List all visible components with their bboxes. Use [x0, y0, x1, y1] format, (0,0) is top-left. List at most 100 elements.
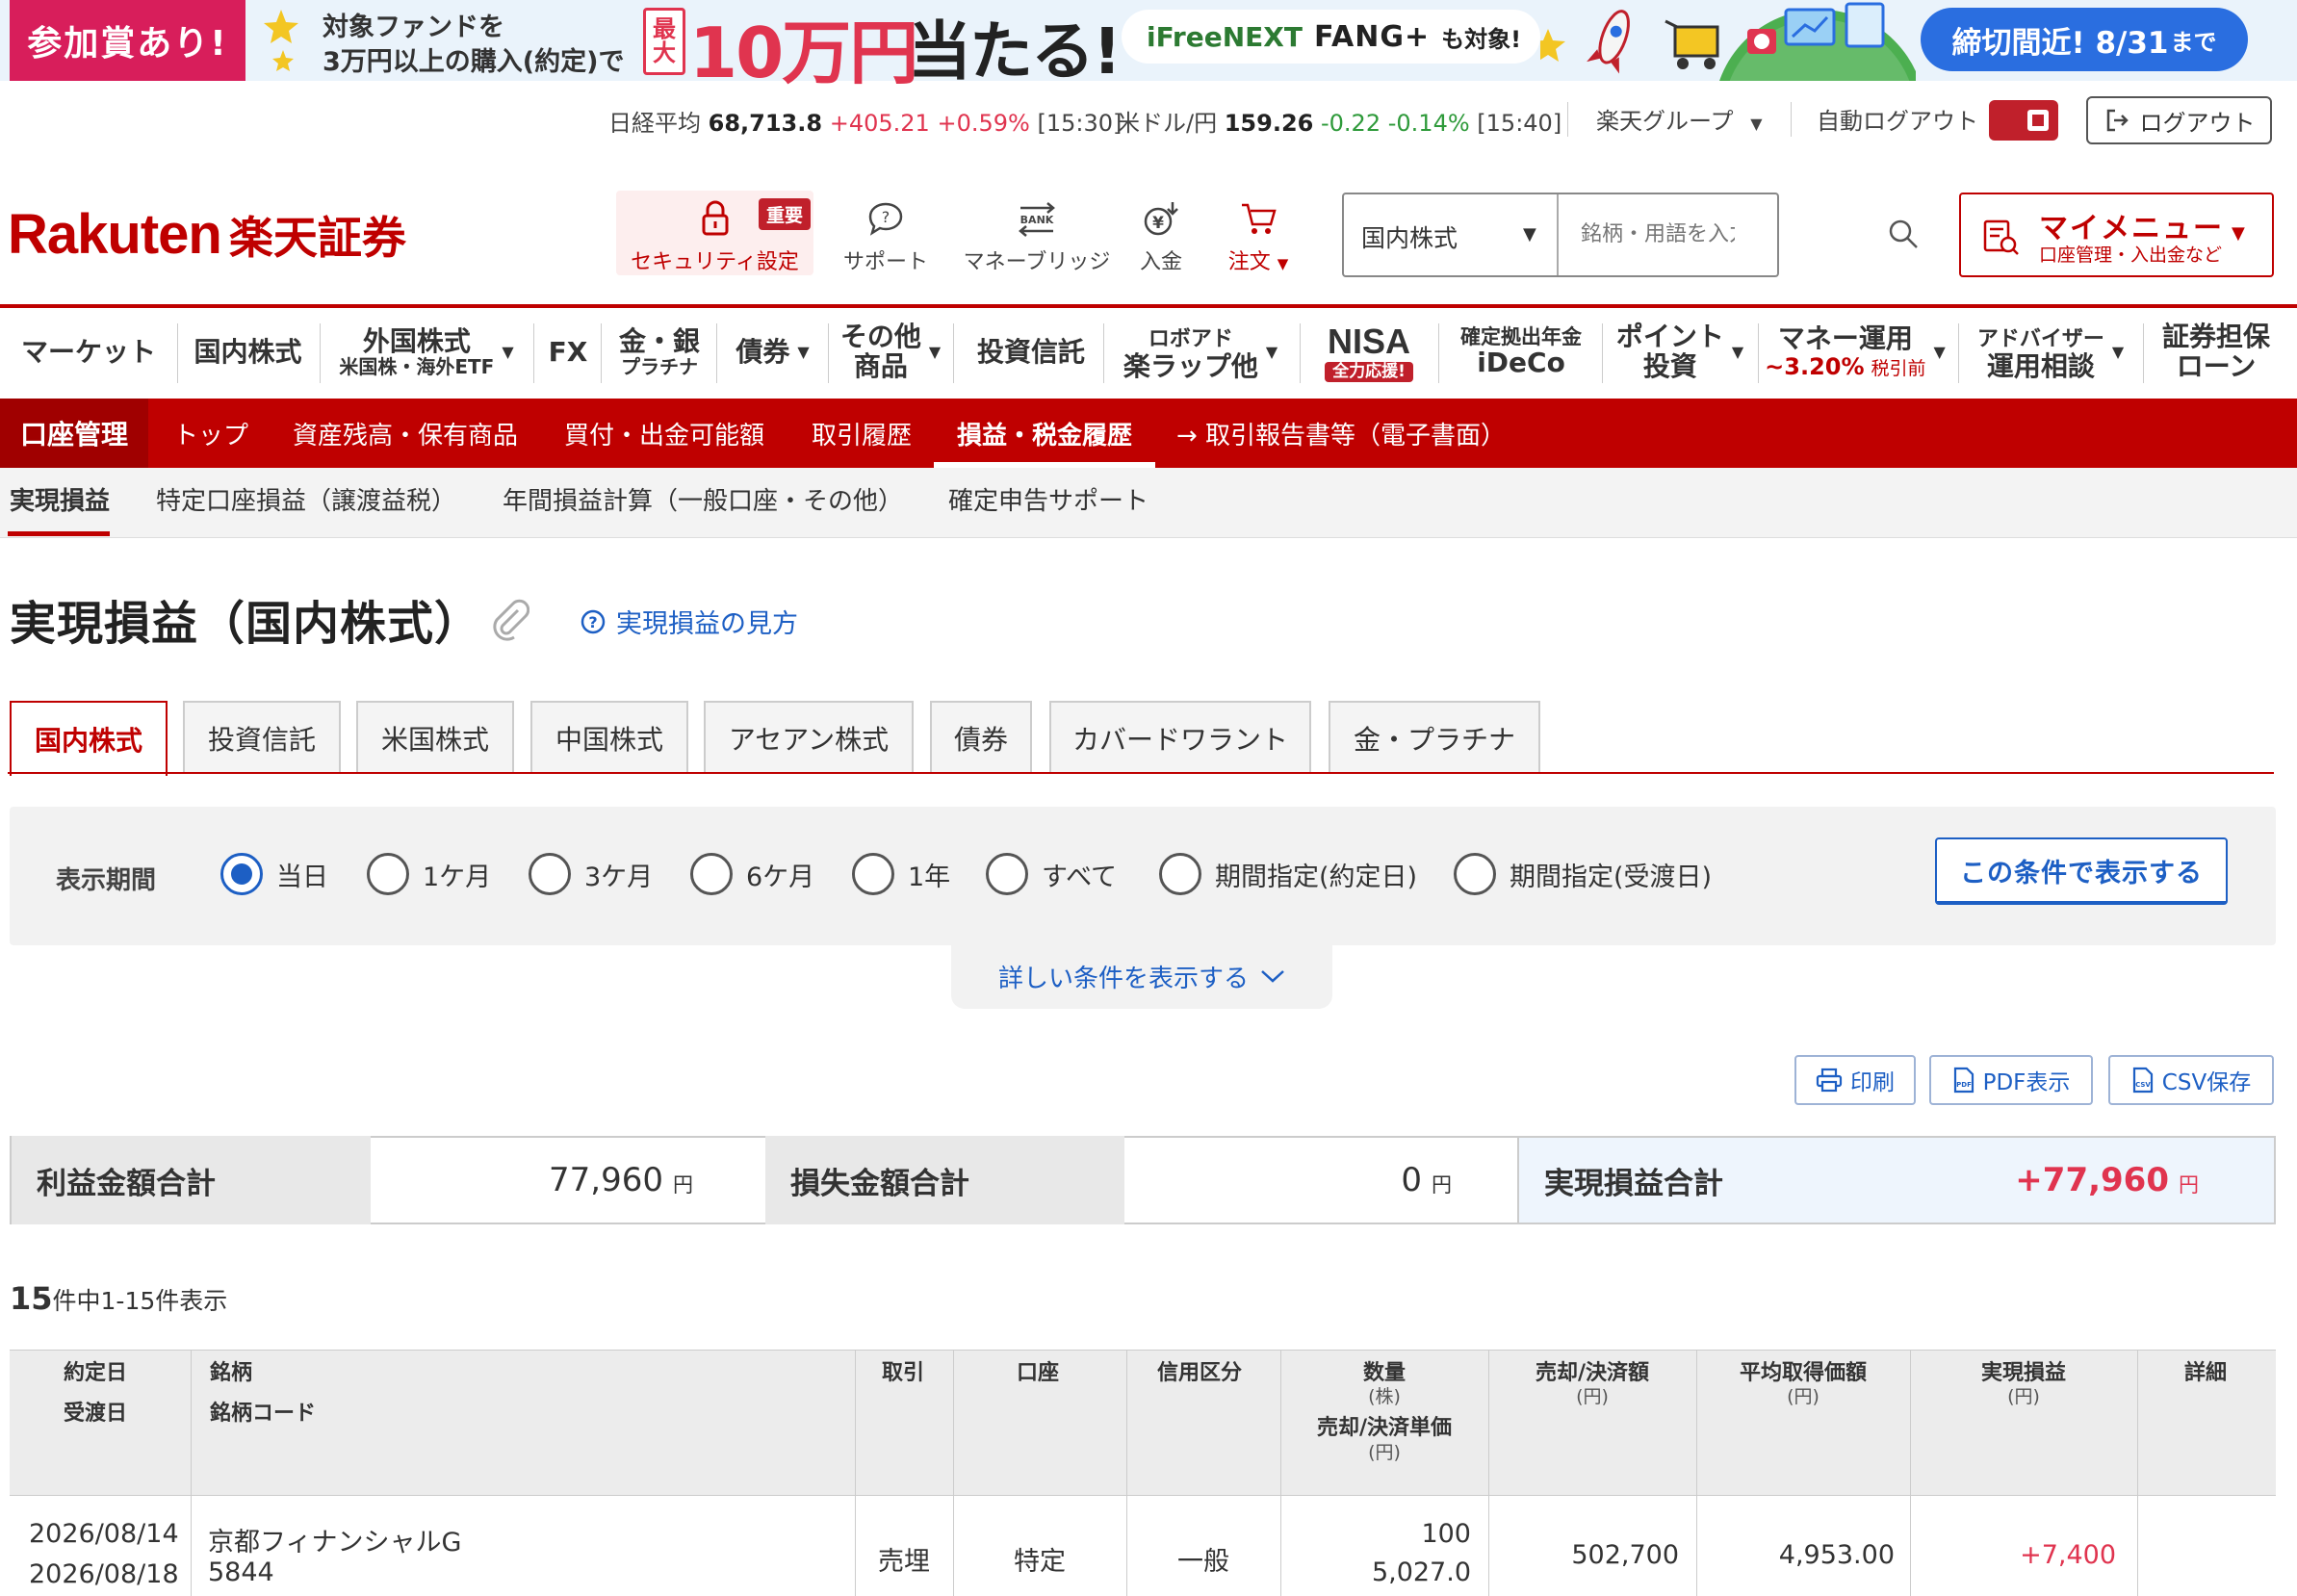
search-icon[interactable] — [1887, 218, 1920, 250]
divider — [320, 323, 321, 383]
account-menu-pl-tax[interactable]: 損益・税金履歴 — [957, 399, 1132, 468]
nav-gold[interactable]: 金・銀 プラチナ — [607, 318, 712, 387]
print-button[interactable]: 印刷 — [1794, 1055, 1916, 1105]
radio-settle-date-range[interactable]: 期間指定(受渡日) — [1454, 853, 1712, 895]
search-input[interactable] — [1579, 212, 1737, 256]
radio-all[interactable]: すべて — [986, 853, 1117, 895]
nav-bonds[interactable]: 債券 ▼ — [722, 318, 823, 387]
search-category-select[interactable]: 国内株式 — [1361, 219, 1458, 254]
cell-security-name[interactable]: 京都フィナンシャルG — [208, 1521, 461, 1558]
nav-point-investment[interactable]: ポイント 投資 ▼ — [1608, 318, 1752, 387]
chevron-down-icon: ▼ — [797, 343, 810, 362]
nav-robo-advisor[interactable]: ロボアド 楽ラップ他 ▼ — [1109, 318, 1292, 387]
tab-asean-stocks[interactable]: アセアン株式 — [704, 701, 914, 774]
nav-market[interactable]: マーケット — [12, 318, 166, 387]
nav-ideco[interactable]: 確定拠出年金 iDeCo — [1444, 318, 1598, 387]
tab-gold-platinum[interactable]: 金・プラチナ — [1329, 701, 1540, 774]
svg-text:¥: ¥ — [1152, 214, 1164, 233]
toggle-knob — [2032, 115, 2044, 126]
nav-foreign-sub: 米国株・海外ETF — [339, 355, 495, 379]
order-menu[interactable]: 注文 ▼ — [1215, 200, 1302, 275]
logout-button[interactable]: ログアウト — [2086, 96, 2272, 144]
nav-fx[interactable]: FX — [539, 318, 597, 387]
usdjpy-ticker[interactable]: 米ドル/円 159.26 -0.22 -0.14% [15:40] — [1117, 104, 1561, 138]
subnav-tax-return[interactable]: 確定申告サポート — [948, 481, 1148, 517]
my-menu-subtitle: 口座管理・入出金など — [2039, 245, 2223, 266]
apply-filter-button[interactable]: この条件で表示する — [1935, 837, 2228, 905]
nav-domestic-stocks[interactable]: 国内株式 — [183, 318, 313, 387]
th-trade: 取引 — [882, 1361, 925, 1385]
th-quantity-unit: (株) — [1368, 1386, 1401, 1408]
radio-1-month[interactable]: 1ケ月 — [367, 853, 491, 895]
account-menu-top[interactable]: トップ — [173, 399, 248, 468]
svg-text:PDF: PDF — [1956, 1081, 1972, 1089]
radio-circle — [690, 853, 733, 895]
radio-1-year[interactable]: 1年 — [852, 853, 950, 895]
profit-total-label: 利益金額合計 — [12, 1136, 371, 1224]
banner-text-line1: 対象ファンドを — [323, 13, 504, 42]
account-menu-pl-tax-label: 損益・税金履歴 — [957, 421, 1133, 450]
radio-label: 6ケ月 — [746, 862, 815, 892]
show-detailed-conditions[interactable]: 詳しい条件を表示する — [951, 943, 1332, 1009]
nav-money-management[interactable]: マネー運用 ~3.20% 税引前 ▼ — [1764, 318, 1947, 387]
pdf-file-icon: PDF — [1953, 1067, 1974, 1094]
nav-other-products[interactable]: その他 商品 ▼ — [834, 318, 947, 387]
radio-label: 1ケ月 — [423, 862, 492, 892]
money-bridge-link[interactable]: BANK マネーブリッジ — [955, 200, 1119, 275]
account-menu-reports[interactable]: → 取引報告書等（電子書面） — [1176, 399, 1506, 468]
usdjpy-percent: -0.14% — [1387, 110, 1470, 137]
radio-today[interactable]: 当日 — [220, 853, 328, 895]
tab-china-stocks[interactable]: 中国株式 — [530, 701, 688, 774]
usdjpy-value: 159.26 — [1224, 110, 1314, 137]
nav-foreign-stocks[interactable]: 外国株式 米国株・海外ETF ▼ — [325, 318, 528, 387]
deposit-link[interactable]: ¥ 入金 — [1132, 200, 1190, 275]
banner-prize: 10万円 — [689, 13, 918, 93]
radio-trade-date-range[interactable]: 期間指定(約定日) — [1159, 853, 1417, 895]
nav-nisa[interactable]: NISA 全力応援! — [1305, 318, 1432, 387]
active-indicator — [8, 531, 110, 536]
nav-securities-loan[interactable]: 証券担保 ローン — [2149, 318, 2284, 387]
help-link[interactable]: ? 実現損益の見方 — [580, 603, 798, 640]
chevron-down-icon: ▼ — [2111, 343, 2125, 362]
radio-6-months[interactable]: 6ケ月 — [690, 853, 814, 895]
nikkei-ticker[interactable]: 日経平均 68,713.8 +405.21 +0.59% [15:30] — [608, 104, 1122, 138]
nav-advisor-label: アドバイザー — [1976, 327, 2104, 352]
account-menu-assets[interactable]: 資産残高・保有商品 — [293, 399, 518, 468]
banner-fund-suffix: も対象! — [1441, 25, 1522, 53]
divider — [1958, 323, 1959, 383]
auto-logout-toggle[interactable] — [1989, 100, 2058, 141]
subnav-specific-account[interactable]: 特定口座損益（譲渡益税） — [156, 481, 456, 517]
tab-investment-trusts[interactable]: 投資信託 — [183, 701, 341, 774]
nav-advisor[interactable]: アドバイザー 運用相談 ▼ — [1964, 318, 2137, 387]
radio-3-months[interactable]: 3ケ月 — [529, 853, 653, 895]
security-settings-item[interactable]: セキュリティ設定 — [616, 200, 813, 275]
nav-money-rate-sub: 税引前 — [1871, 358, 1926, 380]
order-label: 注文 — [1227, 250, 1271, 274]
account-menu-buying-power[interactable]: 買付・出金可能額 — [564, 399, 764, 468]
rakuten-securities-logo[interactable]: Rakuten 楽天証券 — [8, 202, 406, 267]
tab-bonds[interactable]: 債券 — [930, 701, 1032, 774]
nav-investment-trusts[interactable]: 投資信託 — [959, 318, 1103, 387]
account-menu-top-label: トップ — [173, 421, 249, 450]
pdf-button[interactable]: PDF PDF表示 — [1929, 1055, 2093, 1105]
chevron-down-icon: ▼ — [1265, 343, 1278, 362]
tab-us-stocks[interactable]: 米国株式 — [356, 701, 514, 774]
tab-covered-warrants[interactable]: カバードワラント — [1049, 701, 1311, 774]
th-detail: 詳細 — [2183, 1361, 2227, 1385]
radio-circle — [852, 853, 894, 895]
banner-deadline-button[interactable]: 締切間近! 8/31 まで — [1921, 8, 2248, 71]
tab-domestic-stocks[interactable]: 国内株式 — [10, 701, 168, 776]
chevron-down-icon[interactable]: ▼ — [1523, 224, 1536, 245]
nav-fx-label: FX — [548, 335, 588, 368]
subnav-annual-pl[interactable]: 年間損益計算（一般口座・その他） — [503, 481, 903, 517]
nav-advisor-sub: 運用相談 — [1986, 350, 2095, 382]
subnav-realized-pl[interactable]: 実現損益 — [10, 481, 110, 517]
account-menu-history[interactable]: 取引履歴 — [812, 399, 912, 468]
nikkei-label: 日経平均 — [608, 110, 701, 137]
support-link[interactable]: ? サポート — [838, 200, 934, 275]
detail-conditions-label: 詳しい条件を表示する — [997, 964, 1249, 993]
profit-total-amount: 77,960 — [549, 1161, 663, 1199]
csv-button[interactable]: CSV CSV保存 — [2108, 1055, 2274, 1105]
rakuten-group-menu[interactable]: 楽天グループ ▼ — [1596, 102, 1763, 136]
bookmark-clip-icon[interactable] — [489, 597, 529, 641]
